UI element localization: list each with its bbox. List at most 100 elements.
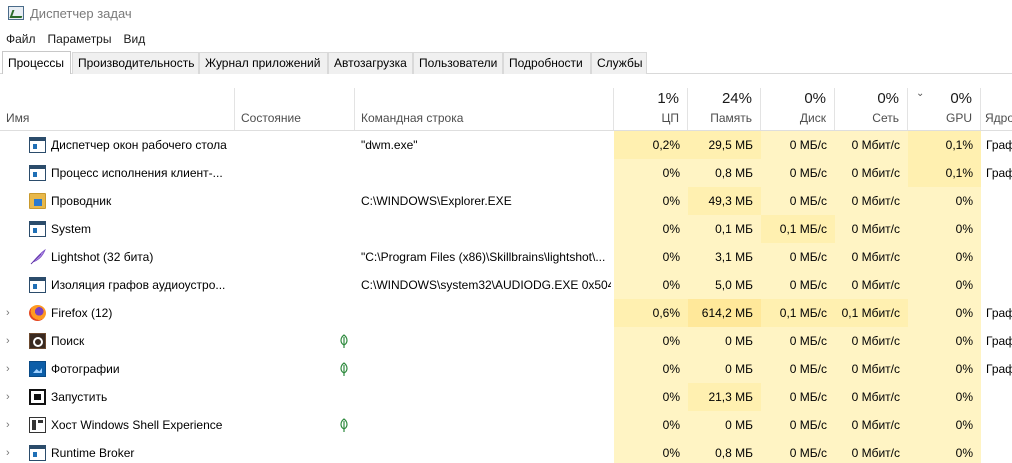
process-name: Runtime Broker — [51, 446, 135, 460]
column-network[interactable]: 0% Сеть — [835, 88, 908, 130]
process-gpu-engine — [986, 271, 1012, 299]
process-net-value: 0 Мбит/с — [835, 243, 908, 271]
efficiency-leaf-icon — [339, 362, 349, 376]
process-row[interactable]: › Поиск 0% 0 МБ 0 МБ/с 0 Мбит/с 0% Граф — [0, 327, 1012, 355]
process-cpu-value: 0% — [614, 411, 688, 439]
expand-chevron-icon[interactable]: › — [6, 419, 16, 431]
search-icon — [29, 333, 46, 349]
memory-total-percent: 24% — [721, 90, 752, 107]
column-command-line[interactable]: Командная строка — [355, 88, 614, 130]
process-command-line — [361, 215, 611, 243]
tab-details[interactable]: Подробности — [503, 52, 591, 74]
tab-processes[interactable]: Процессы — [2, 51, 71, 74]
tab-users[interactable]: Пользователи — [413, 52, 503, 74]
column-status[interactable]: Состояние — [235, 88, 355, 130]
process-gpu-engine — [986, 411, 1012, 439]
process-command-line — [361, 411, 611, 439]
expand-chevron-icon[interactable]: › — [6, 363, 16, 375]
process-cpu-value: 0% — [614, 439, 688, 463]
process-gpu-engine — [986, 187, 1012, 215]
tab-app-history[interactable]: Журнал приложений — [199, 52, 328, 74]
process-mem-value: 49,3 МБ — [688, 187, 761, 215]
process-command-line — [361, 355, 611, 383]
process-net-value: 0 Мбит/с — [835, 383, 908, 411]
process-disk-value: 0 МБ/с — [761, 327, 835, 355]
process-gpu-engine: Граф — [986, 166, 1012, 180]
menu-view[interactable]: Вид — [117, 28, 151, 50]
column-gpu-label: GPU — [945, 111, 972, 125]
process-mem-value: 614,2 МБ — [688, 299, 761, 327]
process-row[interactable]: › Firefox (12) 0,6% 614,2 МБ 0,1 МБ/с 0,1 Мби… — [0, 299, 1012, 327]
column-name[interactable]: Имя — [0, 88, 235, 130]
network-total-percent: 0% — [877, 90, 899, 107]
process-gpu-engine: Граф — [986, 362, 1012, 376]
process-gpu-engine: Граф — [986, 306, 1012, 320]
efficiency-leaf-icon — [339, 334, 349, 348]
column-cpu-label: ЦП — [661, 111, 679, 125]
cpu-total-percent: 1% — [657, 90, 679, 107]
process-command-line — [361, 327, 611, 355]
process-row[interactable]: Проводник C:\WINDOWS\Explorer.EXE 0% 49,3 М… — [0, 187, 1012, 215]
column-gpu-engine[interactable]: Ядро — [981, 88, 1012, 130]
column-disk[interactable]: 0% Диск — [761, 88, 835, 130]
process-gpu-engine: Граф — [986, 138, 1012, 152]
process-row[interactable]: › Запустить 0% 21,3 МБ 0 МБ/с 0 Мбит/с 0% — [0, 383, 1012, 411]
process-gpu-engine: Граф — [986, 334, 1012, 348]
process-row[interactable]: Процесс исполнения клиент-... 0% 0,8 МБ 0 М… — [0, 159, 1012, 187]
process-cpu-value: 0% — [614, 327, 688, 355]
process-row[interactable]: › Runtime Broker 0% 0,8 МБ 0 МБ/с 0 Мбит/с 0% — [0, 439, 1012, 463]
column-network-label: Сеть — [872, 111, 899, 125]
process-gpu-value: 0% — [908, 215, 981, 243]
column-cpu[interactable]: 1% ЦП — [614, 88, 688, 130]
column-gpu[interactable]: ⌄ 0% GPU — [908, 88, 981, 130]
window-icon — [29, 165, 46, 181]
process-gpu-value: 0,1% — [908, 159, 981, 187]
window-icon — [29, 277, 46, 293]
process-mem-value: 5,0 МБ — [688, 271, 761, 299]
column-header: Имя Состояние Командная строка 1% ЦП 24%… — [0, 88, 1012, 131]
process-row[interactable]: Lightshot (32 бита) "C:\Program Files (x8… — [0, 243, 1012, 271]
column-memory[interactable]: 24% Память — [688, 88, 761, 130]
process-gpu-engine — [986, 243, 1012, 271]
process-net-value: 0 Мбит/с — [835, 159, 908, 187]
expand-chevron-icon[interactable]: › — [6, 335, 16, 347]
expand-chevron-icon[interactable]: › — [6, 307, 16, 319]
tab-performance[interactable]: Производительность — [72, 52, 199, 74]
process-cpu-value: 0,2% — [614, 131, 688, 159]
process-net-value: 0 Мбит/с — [835, 215, 908, 243]
process-name: Хост Windows Shell Experience — [51, 418, 223, 432]
process-mem-value: 0 МБ — [688, 411, 761, 439]
title-bar[interactable]: Диспетчер задач — [0, 0, 1012, 28]
expand-chevron-icon[interactable]: › — [6, 391, 16, 403]
menu-file[interactable]: Файл — [0, 28, 42, 50]
process-row[interactable]: › Фотографии 0% 0 МБ 0 МБ/с 0 Мбит/с 0% Граф — [0, 355, 1012, 383]
process-cpu-value: 0% — [614, 271, 688, 299]
feather-icon — [29, 248, 47, 265]
process-name: System — [51, 222, 92, 236]
process-net-value: 0 Мбит/с — [835, 327, 908, 355]
process-mem-value: 29,5 МБ — [688, 131, 761, 159]
sort-chevron-icon: ⌄ — [916, 88, 925, 99]
menu-options[interactable]: Параметры — [42, 28, 118, 50]
process-command-line — [361, 439, 611, 463]
process-name: Процесс исполнения клиент-... — [51, 166, 223, 180]
expand-chevron-icon[interactable]: › — [6, 447, 16, 459]
process-row[interactable]: Изоляция графов аудиоустро... C:\WINDOWS\… — [0, 271, 1012, 299]
process-net-value: 0 Мбит/с — [835, 411, 908, 439]
run-icon — [29, 389, 46, 405]
process-disk-value: 0,1 МБ/с — [761, 215, 835, 243]
tab-services[interactable]: Службы — [591, 52, 647, 74]
tab-startup[interactable]: Автозагрузка — [328, 52, 413, 74]
process-name: Проводник — [51, 194, 112, 208]
process-disk-value: 0 МБ/с — [761, 439, 835, 463]
process-gpu-value: 0% — [908, 383, 981, 411]
process-row[interactable]: System 0% 0,1 МБ 0,1 МБ/с 0 Мбит/с 0% — [0, 215, 1012, 243]
process-gpu-engine — [986, 439, 1012, 463]
process-row[interactable]: Диспетчер окон рабочего стола "dwm.exe" 0,… — [0, 131, 1012, 159]
process-row[interactable]: › Хост Windows Shell Experience 0% 0 МБ 0 МБ… — [0, 411, 1012, 439]
window-icon — [29, 221, 46, 237]
process-name: Фотографии — [51, 362, 120, 376]
process-cpu-value: 0% — [614, 243, 688, 271]
task-manager-icon — [8, 6, 24, 20]
menu-bar: Файл Параметры Вид — [0, 28, 151, 50]
